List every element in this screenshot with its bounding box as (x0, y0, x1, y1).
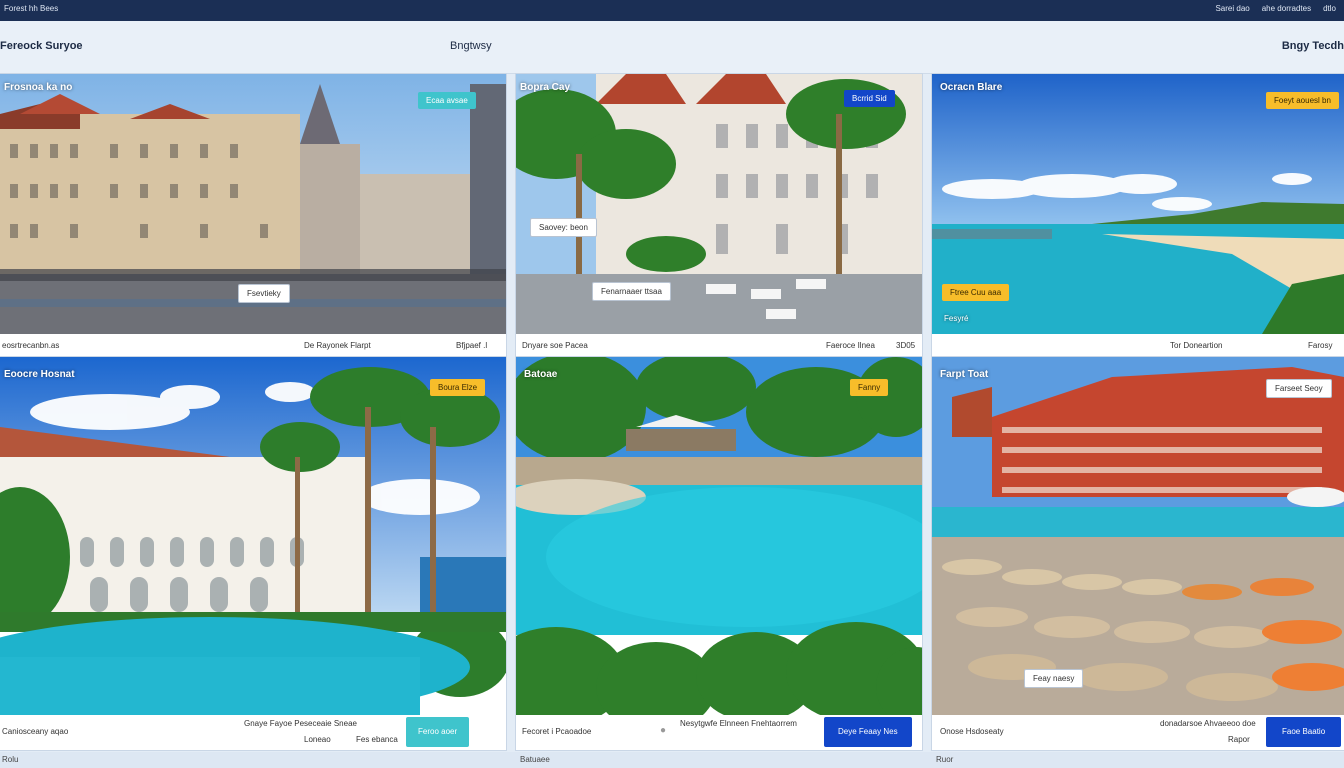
card-title: Ocracn Blare (940, 82, 1003, 93)
footer-mid-text[interactable]: Batuaee (520, 755, 550, 764)
card-floating-label[interactable]: Feay naesy (1024, 669, 1084, 688)
topbar-link-2[interactable]: ahe dorradtes (1262, 4, 1311, 13)
caption-mid-text-2: Rapor (1228, 735, 1250, 744)
caption-mid-text-2: Loneao (304, 735, 331, 744)
lagoon-pool-photo (516, 357, 922, 715)
card-tag-button[interactable]: Foeyt aouesl bn (1266, 92, 1339, 109)
destination-card-beach[interactable]: Ocracn Blare Foeyt aouesl bn Ftree Cuu a… (932, 74, 1344, 356)
card-caption-bar: Onose Hsdoseaty donadarsoe Ahvaeeoo doe … (932, 715, 1344, 750)
topbar-link-1[interactable]: Sarei dao (1215, 4, 1249, 13)
caption-right-text: Farosy (1308, 341, 1333, 350)
book-button[interactable]: Faoe Baatio (1266, 717, 1342, 747)
header-center-link[interactable]: Bngtwsy (450, 40, 492, 52)
caption-mid-text: Gnaye Fayoe Peseceaie Sneae (244, 719, 357, 728)
book-button[interactable]: Feroo aoer (406, 717, 470, 747)
caption-mid-text: Nesytgwfe Elnneen Fnehtaorrem (680, 719, 797, 728)
card-title: Frosnoa ka no (4, 82, 73, 93)
card-tag-button[interactable]: Boura Elze (430, 379, 486, 396)
card-caption-bar: Tor Doneartion Farosy (932, 334, 1344, 356)
destination-card-pool-resort[interactable]: Eoocre Hosnat Boura Elze Caniosceany aqa… (0, 357, 506, 750)
card-floating-label[interactable]: Ftree Cuu aaa (942, 284, 1010, 301)
book-button[interactable]: Deye Feaay Nes (824, 717, 912, 747)
card-floating-label-2[interactable]: Fenarnaaer ttsaa (592, 282, 671, 301)
destination-card-palm-hotel[interactable]: Bopra Cay Bcrrid Sid Saovey: beon Fenarn… (516, 74, 922, 356)
card-tag-button[interactable]: Bcrrid Sid (844, 90, 895, 107)
card-subtitle: Fesyré (944, 314, 969, 323)
caption-mid-text: De Rayonek Flarpt (304, 341, 371, 350)
red-resort-photo (932, 357, 1344, 715)
card-title: Eoocre Hosnat (4, 369, 75, 380)
caption-left-text: eosrtrecanbn.as (2, 341, 60, 350)
caption-left-text: Dnyare soe Pacea (522, 341, 588, 350)
top-bar: Forest hh Bees Sarei dao ahe dorradtes d… (0, 0, 1344, 21)
caption-left-text: Fecoret i Pcaoadoe (522, 727, 592, 736)
footer-right-text[interactable]: Ruor (936, 755, 953, 764)
caption-mid-text: Tor Doneartion (1170, 341, 1223, 350)
topbar-left-text[interactable]: Forest hh Bees (4, 4, 58, 13)
page-footer: Rolu Batuaee Ruor (0, 752, 1344, 768)
destination-card-city[interactable]: Frosnoa ka no Ecaa avsae Fsevtieky eosrt… (0, 74, 506, 356)
card-floating-label[interactable]: Fsevtieky (238, 284, 290, 303)
caption-left-text: Onose Hsdoseaty (940, 727, 1004, 736)
header-right-link[interactable]: Bngy Tecdh (1282, 40, 1344, 52)
destination-card-lagoon-pool[interactable]: Batoae Fanny Fecoret i Pcaoadoe ● Nesytg… (516, 357, 922, 750)
topbar-links: Sarei dao ahe dorradtes dtlo (1215, 4, 1336, 13)
card-caption-bar: Fecoret i Pcaoadoe ● Nesytgwfe Elnneen F… (516, 715, 922, 750)
pool-resort-photo (0, 357, 506, 715)
card-caption-bar: eosrtrecanbn.as De Rayonek Flarpt Bfjpae… (0, 334, 506, 356)
caption-right-text: Bfjpaef .l (456, 341, 488, 350)
caption-left-text: Caniosceany aqao (2, 727, 69, 736)
topbar-link-3[interactable]: dtlo (1323, 4, 1336, 13)
caption-mid-text: donadarsoe Ahvaeeoo doe (1160, 719, 1256, 728)
card-title: Bopra Cay (520, 82, 571, 93)
card-caption-bar: Caniosceany aqao Gnaye Fayoe Peseceaie S… (0, 715, 506, 750)
destination-card-red-resort[interactable]: Farpt Toat Farseet Seoy Feay naesy Onose… (932, 357, 1344, 750)
card-floating-label[interactable]: Saovey: beon (530, 218, 597, 237)
site-header: Fereock Suryoe Bngtwsy Bngy Tecdh (0, 21, 1344, 74)
card-tag-button[interactable]: Farseet Seoy (1266, 379, 1332, 398)
card-title: Batoae (524, 369, 558, 380)
share-icon[interactable]: ● (660, 725, 666, 736)
caption-mid-text: Faeroce Ilnea (826, 341, 875, 350)
palm-hotel-photo (516, 74, 922, 334)
card-title: Farpt Toat (940, 369, 989, 380)
caption-right-text: 3D05 (896, 341, 916, 350)
brand-logo-text[interactable]: Fereock Suryoe (0, 40, 83, 52)
card-caption-bar: Dnyare soe Pacea Faeroce Ilnea 3D05 (516, 334, 922, 356)
card-tag-button[interactable]: Ecaa avsae (418, 92, 476, 109)
caption-mid-text-3: Fes ebanca (356, 735, 398, 744)
card-tag-button[interactable]: Fanny (850, 379, 889, 396)
footer-left-text[interactable]: Rolu (2, 755, 18, 764)
